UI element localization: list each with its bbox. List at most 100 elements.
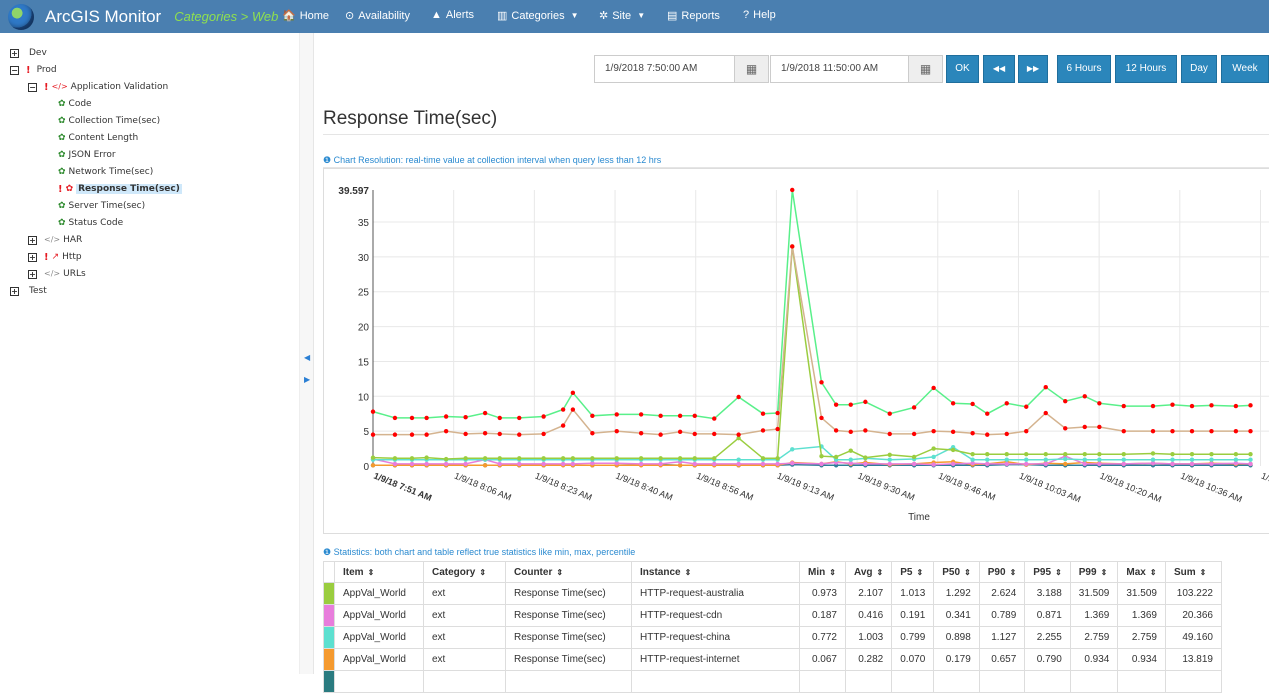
sort-icon[interactable]: ⇕ xyxy=(1055,568,1062,577)
range-12-hours-button[interactable]: 12 Hours xyxy=(1115,55,1177,83)
sort-icon[interactable]: ⇕ xyxy=(1101,568,1108,577)
table-row[interactable]: AppVal_World ext Response Time(sec) HTTP-re… xyxy=(323,626,1222,649)
sort-icon[interactable]: ⇕ xyxy=(1150,568,1157,577)
column-header-max[interactable]: Max ⇕ xyxy=(1117,561,1166,583)
tree-node-label[interactable]: URLs xyxy=(63,269,86,279)
collapse-icon[interactable]: − xyxy=(10,65,19,75)
ok-button[interactable]: OK xyxy=(946,55,979,83)
panel-splitter[interactable]: ◀ ▶ xyxy=(300,33,314,674)
tree-node-json-error[interactable]: ✿ JSON Error xyxy=(58,148,116,162)
expand-icon[interactable]: + xyxy=(10,48,19,58)
nav-categories[interactable]: ▥ Categories ▼ xyxy=(497,9,579,23)
tree-node-status-code[interactable]: ✿ Status Code xyxy=(58,216,123,230)
y-tick-label: 10 xyxy=(358,392,370,403)
tree-node-label[interactable]: JSON Error xyxy=(69,150,116,160)
sort-icon[interactable]: ⇕ xyxy=(1200,568,1207,577)
end-datetime-field[interactable]: 1/9/2018 11:50:00 AM ▦ xyxy=(770,55,943,83)
tree-node-label[interactable]: Dev xyxy=(29,48,47,58)
column-header-sum[interactable]: Sum ⇕ xyxy=(1164,561,1222,583)
column-header-instance[interactable]: Instance ⇕ xyxy=(631,561,800,583)
expand-icon[interactable]: + xyxy=(28,252,37,262)
tree-node-content-length[interactable]: ✿ Content Length xyxy=(58,131,138,145)
table-row[interactable]: AppVal_World ext Response Time(sec) HTTP-re… xyxy=(323,604,1222,627)
sort-icon[interactable]: ⇕ xyxy=(1010,568,1017,577)
tree-node-collection-time-sec[interactable]: ✿ Collection Time(sec) xyxy=(58,114,160,128)
tree-node-label[interactable]: Response Time(sec) xyxy=(76,184,182,194)
table-row[interactable]: AppVal_World ext Response Time(sec) HTTP-re… xyxy=(323,582,1222,605)
expand-icon[interactable]: + xyxy=(10,286,19,296)
cell-min: 0.187 xyxy=(799,604,846,627)
start-datetime-value[interactable]: 1/9/2018 7:50:00 AM xyxy=(595,56,734,82)
tree-node-urls[interactable]: + </> URLs xyxy=(28,267,86,281)
column-header-counter[interactable]: Counter ⇕ xyxy=(505,561,632,583)
end-datetime-value[interactable]: 1/9/2018 11:50:00 AM xyxy=(771,56,908,82)
expand-right-arrow-icon[interactable]: ▶ xyxy=(304,375,310,384)
nav-help[interactable]: ? Help xyxy=(743,9,776,21)
tree-node-code[interactable]: ✿ Code xyxy=(58,97,92,111)
collapse-icon[interactable]: − xyxy=(28,82,37,92)
next-range-button[interactable]: ▶▶ xyxy=(1018,55,1048,83)
nav-site[interactable]: ✲ Site ▼ xyxy=(599,9,645,23)
column-header-p95[interactable]: P95 ⇕ xyxy=(1024,561,1071,583)
column-header-min[interactable]: Min ⇕ xyxy=(799,561,846,583)
column-header-item[interactable]: Item ⇕ xyxy=(334,561,424,583)
nav-reports[interactable]: ▤ Reports xyxy=(667,9,720,23)
tree-node-server-time-sec[interactable]: ✿ Server Time(sec) xyxy=(58,199,145,213)
tree-node-label[interactable]: Prod xyxy=(37,65,57,75)
sort-icon[interactable]: ⇕ xyxy=(368,568,375,577)
tree-node-label[interactable]: Application Validation xyxy=(71,82,169,92)
sort-icon[interactable]: ⇕ xyxy=(479,568,486,577)
tree-node-http[interactable]: +! ↗ Http xyxy=(28,250,82,264)
column-header-p90[interactable]: P90 ⇕ xyxy=(978,561,1026,583)
sort-icon[interactable]: ⇕ xyxy=(877,568,884,577)
data-point xyxy=(658,456,663,461)
calendar-icon[interactable]: ▦ xyxy=(734,56,768,82)
tree-node-prod[interactable]: −! Prod xyxy=(10,63,57,77)
calendar-icon[interactable]: ▦ xyxy=(908,56,942,82)
data-point xyxy=(1024,428,1029,434)
nav-availability[interactable]: ⊙ Availability xyxy=(345,9,410,23)
expand-icon[interactable]: + xyxy=(28,235,37,245)
sort-icon[interactable]: ⇕ xyxy=(556,568,563,577)
column-header-p5[interactable]: P5 ⇕ xyxy=(891,561,935,583)
tree-node-response-time-sec[interactable]: ! ✿ Response Time(sec) xyxy=(58,182,182,196)
range-day-button[interactable]: Day xyxy=(1181,55,1217,83)
tree-node-label[interactable]: Server Time(sec) xyxy=(69,201,146,211)
cell-sum: 103.222 xyxy=(1164,582,1222,605)
range-week-button[interactable]: Week xyxy=(1221,55,1269,83)
tree-node-test[interactable]: + Test xyxy=(10,284,47,298)
column-header-p50[interactable]: P50 ⇕ xyxy=(933,561,980,583)
tree-node-dev[interactable]: + Dev xyxy=(10,46,47,60)
sort-icon[interactable]: ⇕ xyxy=(685,568,692,577)
tree-node-label[interactable]: Content Length xyxy=(69,133,139,143)
tree-node-label[interactable]: Status Code xyxy=(69,218,124,228)
data-point xyxy=(950,429,956,435)
tree-node-label[interactable]: Collection Time(sec) xyxy=(69,116,161,126)
sort-icon[interactable]: ⇕ xyxy=(916,568,923,577)
tree-node-network-time-sec[interactable]: ✿ Network Time(sec) xyxy=(58,165,153,179)
expand-icon[interactable]: + xyxy=(28,269,37,279)
tree-node-application-validation[interactable]: −! </> Application Validation xyxy=(28,80,168,94)
collapse-left-arrow-icon[interactable]: ◀ xyxy=(304,353,310,362)
sort-icon[interactable]: ⇕ xyxy=(829,568,836,577)
app-title[interactable]: ArcGIS Monitor xyxy=(45,7,161,27)
nav-alerts[interactable]: ▲ Alerts xyxy=(431,9,474,21)
previous-range-button[interactable]: ◀◀ xyxy=(983,55,1015,83)
nav-home[interactable]: 🏠 Home xyxy=(282,9,329,23)
tree-node-label[interactable]: Code xyxy=(69,99,92,109)
sort-icon[interactable]: ⇕ xyxy=(964,568,971,577)
tree-node-label[interactable]: Network Time(sec) xyxy=(69,167,154,177)
column-header-p99[interactable]: P99 ⇕ xyxy=(1069,561,1119,583)
tree-node-har[interactable]: + </> HAR xyxy=(28,233,82,247)
data-point xyxy=(736,457,741,462)
column-header-avg[interactable]: Avg ⇕ xyxy=(844,561,893,583)
tree-node-label[interactable]: Test xyxy=(29,286,47,296)
tree-node-label[interactable]: HAR xyxy=(63,235,82,245)
tree-node-label[interactable]: Http xyxy=(62,252,82,262)
data-point xyxy=(1043,461,1048,467)
data-point xyxy=(1209,403,1214,408)
range-6-hours-button[interactable]: 6 Hours xyxy=(1057,55,1111,83)
table-row[interactable]: AppVal_World ext Response Time(sec) HTTP-re… xyxy=(323,648,1222,671)
start-datetime-field[interactable]: 1/9/2018 7:50:00 AM ▦ xyxy=(594,55,769,83)
column-header-category[interactable]: Category ⇕ xyxy=(423,561,506,583)
